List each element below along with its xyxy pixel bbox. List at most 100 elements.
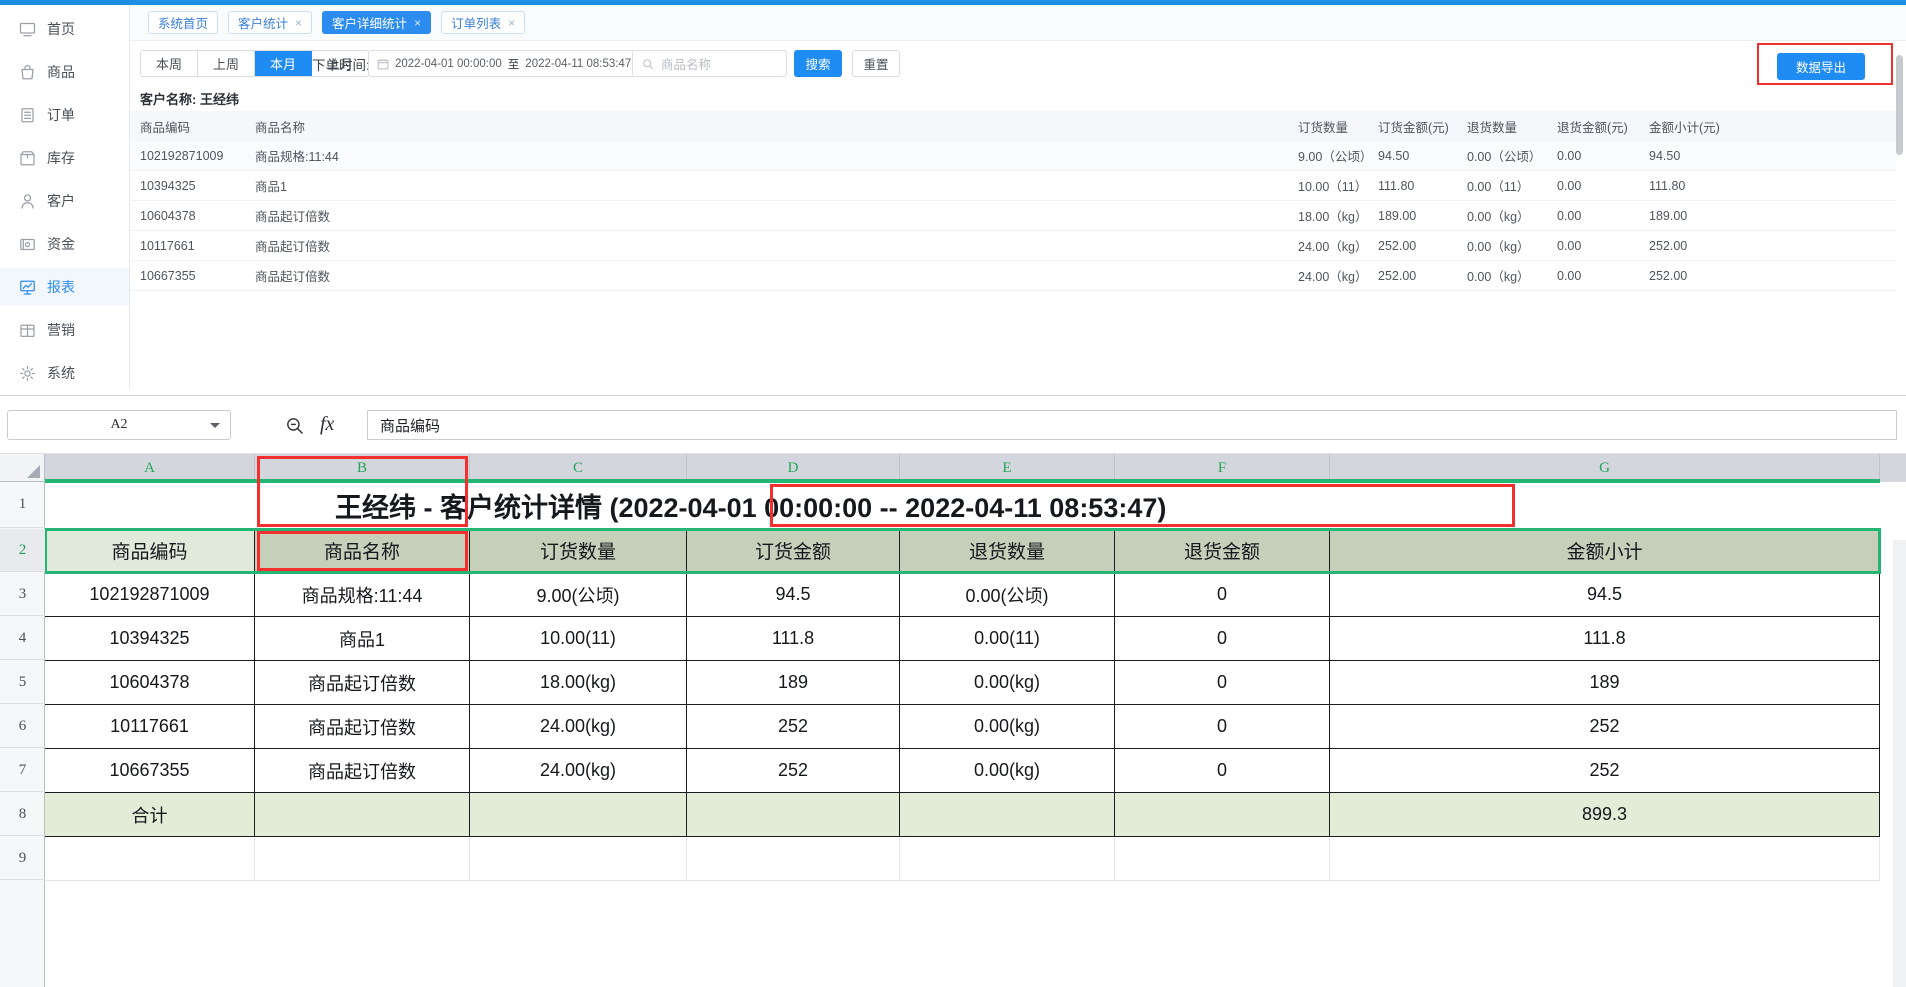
sheet-cell-F3[interactable]: 0 (1115, 573, 1330, 617)
tab-close-icon[interactable]: × (508, 17, 515, 29)
chevron-down-icon[interactable] (210, 423, 220, 428)
sheet-header-cell-A[interactable]: 商品编码 (45, 529, 255, 573)
product-search-input[interactable]: 商品名称 (632, 50, 787, 77)
sidebar-item-8[interactable]: 营销 (0, 311, 129, 349)
sheet-cell-B7[interactable]: 商品起订倍数 (255, 749, 470, 793)
table-row[interactable]: 10394325商品110.00（11）111.800.00（11）0.0011… (130, 171, 1896, 201)
sheet-vertical-scrollbar[interactable] (1893, 540, 1906, 987)
sheet-cell-D7[interactable]: 252 (687, 749, 900, 793)
sheet-cell-A6[interactable]: 10117661 (45, 705, 255, 749)
sidebar-item-2[interactable]: 商品 (0, 53, 129, 91)
tab-close-icon[interactable]: × (414, 17, 421, 29)
sheet-cell-F9[interactable] (1115, 837, 1330, 881)
sheet-cell-C3[interactable]: 9.00(公顷) (470, 573, 687, 617)
sheet-cell-F4[interactable]: 0 (1115, 617, 1330, 661)
sheet-cell-A3[interactable]: 102192871009 (45, 573, 255, 617)
sheet-cell-A5[interactable]: 10604378 (45, 661, 255, 705)
column-header-D[interactable]: D (687, 454, 900, 482)
tab-2[interactable]: 客户统计× (228, 11, 312, 34)
row-header-1[interactable]: 1 (0, 482, 45, 528)
sidebar-item-9[interactable]: 系统 (0, 354, 129, 392)
reset-button[interactable]: 重置 (852, 50, 900, 77)
sheet-total-cell-B[interactable] (255, 793, 470, 837)
table-row[interactable]: 102192871009商品规格:11:449.00（公顷）94.500.00（… (130, 141, 1896, 171)
quick-range-2[interactable]: 上周 (198, 51, 255, 76)
app-vertical-scrollbar[interactable] (1896, 55, 1903, 155)
sidebar-item-6[interactable]: 资金 (0, 225, 129, 263)
column-header-G[interactable]: G (1330, 454, 1880, 482)
sidebar-item-5[interactable]: 客户 (0, 182, 129, 220)
row-header-9[interactable]: 9 (0, 837, 45, 880)
sheet-cell-C4[interactable]: 10.00(11) (470, 617, 687, 661)
search-button[interactable]: 搜索 (794, 50, 842, 77)
sidebar-item-7[interactable]: 报表 (0, 268, 129, 306)
tab-1[interactable]: 系统首页 (148, 11, 218, 34)
sheet-total-cell-E[interactable] (900, 793, 1115, 837)
sheet-header-cell-G[interactable]: 金额小计 (1330, 529, 1880, 573)
sidebar-item-1[interactable]: 首页 (0, 10, 129, 48)
column-header-E[interactable]: E (900, 454, 1115, 482)
sheet-cell-F5[interactable]: 0 (1115, 661, 1330, 705)
sheet-cell-F6[interactable]: 0 (1115, 705, 1330, 749)
row-header-7[interactable]: 7 (0, 749, 45, 792)
row-header-6[interactable]: 6 (0, 705, 45, 748)
sheet-total-cell-C[interactable] (470, 793, 687, 837)
sheet-total-cell-G[interactable]: 899.3 (1330, 793, 1880, 837)
sheet-cell-G4[interactable]: 111.8 (1330, 617, 1880, 661)
select-all-corner[interactable] (0, 454, 45, 482)
zoom-search-icon[interactable] (285, 416, 305, 436)
fx-icon[interactable]: fx (320, 413, 334, 436)
sheet-cell-F7[interactable]: 0 (1115, 749, 1330, 793)
column-header-B[interactable]: B (255, 454, 470, 482)
column-header-C[interactable]: C (470, 454, 687, 482)
sheet-cell-G5[interactable]: 189 (1330, 661, 1880, 705)
sheet-cell-B9[interactable] (255, 837, 470, 881)
sheet-cell-E7[interactable]: 0.00(kg) (900, 749, 1115, 793)
sheet-total-cell-A[interactable]: 合计 (45, 793, 255, 837)
sheet-cell-D4[interactable]: 111.8 (687, 617, 900, 661)
row-header-5[interactable]: 5 (0, 661, 45, 704)
column-header-F[interactable]: F (1115, 454, 1330, 482)
table-row[interactable]: 10667355商品起订倍数24.00（kg）252.000.00（kg）0.0… (130, 261, 1896, 291)
sheet-title-cell[interactable]: 王经纬 - 客户统计详情 (2022-04-01 00:00:00 -- 202… (45, 482, 1880, 529)
sheet-cell-E9[interactable] (900, 837, 1115, 881)
sheet-cell-E3[interactable]: 0.00(公顷) (900, 573, 1115, 617)
sheet-header-cell-C[interactable]: 订货数量 (470, 529, 687, 573)
tab-close-icon[interactable]: × (295, 17, 302, 29)
sheet-cell-D6[interactable]: 252 (687, 705, 900, 749)
sheet-cell-A4[interactable]: 10394325 (45, 617, 255, 661)
sidebar-item-3[interactable]: 订单 (0, 96, 129, 134)
data-export-button[interactable]: 数据导出 (1777, 53, 1865, 80)
sheet-header-cell-B[interactable]: 商品名称 (255, 529, 470, 573)
sheet-header-cell-F[interactable]: 退货金额 (1115, 529, 1330, 573)
sheet-cell-G7[interactable]: 252 (1330, 749, 1880, 793)
tab-4[interactable]: 订单列表× (441, 11, 525, 34)
row-header-2[interactable]: 2 (0, 529, 45, 572)
row-header-3[interactable]: 3 (0, 573, 45, 616)
column-header-A[interactable]: A (45, 454, 255, 482)
sheet-cell-B5[interactable]: 商品起订倍数 (255, 661, 470, 705)
sheet-cell-C7[interactable]: 24.00(kg) (470, 749, 687, 793)
row-header-8[interactable]: 8 (0, 793, 45, 836)
name-box[interactable]: A2 (7, 410, 231, 440)
sidebar-item-4[interactable]: 库存 (0, 139, 129, 177)
sheet-cell-G3[interactable]: 94.5 (1330, 573, 1880, 617)
row-header-4[interactable]: 4 (0, 617, 45, 660)
sheet-cell-A7[interactable]: 10667355 (45, 749, 255, 793)
sheet-cell-B3[interactable]: 商品规格:11:44 (255, 573, 470, 617)
table-row[interactable]: 10604378商品起订倍数18.00（kg）189.000.00（kg）0.0… (130, 201, 1896, 231)
sheet-total-cell-F[interactable] (1115, 793, 1330, 837)
sheet-cell-D3[interactable]: 94.5 (687, 573, 900, 617)
sheet-header-cell-D[interactable]: 订货金额 (687, 529, 900, 573)
sheet-cell-E6[interactable]: 0.00(kg) (900, 705, 1115, 749)
sheet-cell-B4[interactable]: 商品1 (255, 617, 470, 661)
date-range-picker[interactable]: 2022-04-01 00:00:00 至 2022-04-11 08:53:4… (368, 50, 651, 77)
quick-range-1[interactable]: 本周 (141, 51, 198, 76)
sheet-cell-C9[interactable] (470, 837, 687, 881)
sheet-cell-G6[interactable]: 252 (1330, 705, 1880, 749)
quick-range-3[interactable]: 本月 (255, 51, 312, 76)
sheet-cell-C5[interactable]: 18.00(kg) (470, 661, 687, 705)
sheet-cell-G9[interactable] (1330, 837, 1880, 881)
sheet-cell-E5[interactable]: 0.00(kg) (900, 661, 1115, 705)
formula-input[interactable]: 商品编码 (367, 410, 1897, 440)
